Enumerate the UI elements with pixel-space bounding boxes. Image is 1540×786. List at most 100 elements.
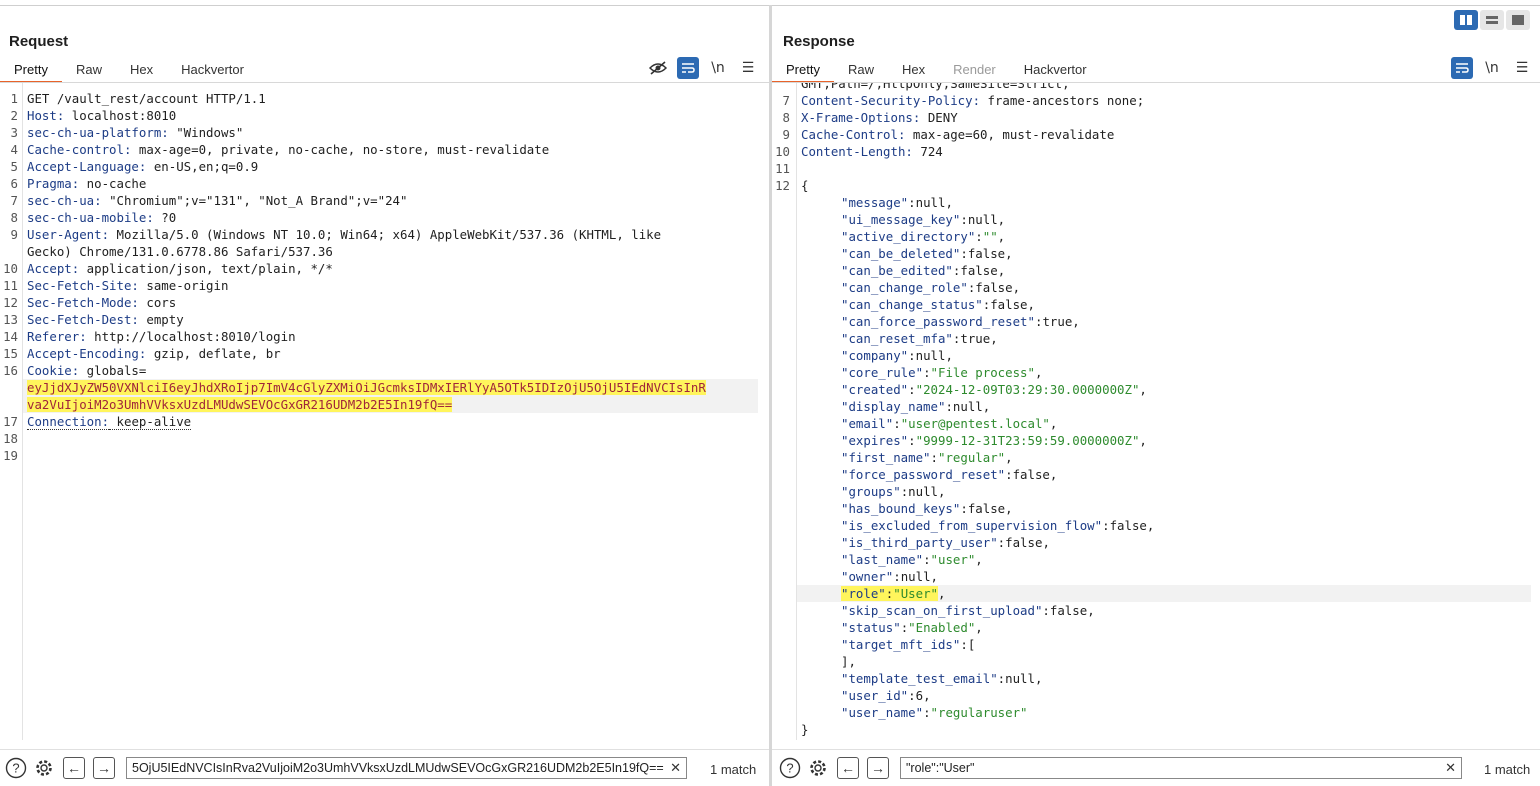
hide-eye-icon[interactable]: [647, 57, 669, 79]
json-value: "9999-12-31T23:59:59.0000000Z": [915, 433, 1140, 448]
json-value: false: [990, 297, 1028, 312]
json-comma: ,: [1012, 280, 1021, 295]
next-match-button[interactable]: →: [93, 757, 115, 779]
response-gutter: [796, 83, 797, 740]
request-toolbar: \n ☰: [647, 57, 759, 79]
settings-gear-icon[interactable]: [32, 756, 56, 780]
json-key: "target_mft_ids": [841, 637, 961, 652]
json-key: "groups": [841, 484, 901, 499]
header-name: Connection:: [27, 414, 110, 430]
clear-search-icon[interactable]: ✕: [1445, 758, 1456, 778]
json-value: "User": [893, 586, 938, 601]
highlighted-cookie-value: eyJjdXJyZW50VXNlciI6eyJhdXRoIjp7ImV4cGly…: [27, 380, 706, 395]
json-value: null: [908, 484, 938, 499]
line-content: "user_name":"regularuser": [841, 704, 1028, 721]
json-colon: :: [975, 229, 983, 244]
json-comma: ,: [997, 212, 1006, 227]
help-icon[interactable]: ?: [778, 756, 802, 780]
line-content: sec-ch-ua: "Chromium";v="131", "Not_A Br…: [27, 192, 407, 209]
json-value: true: [1042, 314, 1073, 329]
json-key: "status": [841, 620, 901, 635]
header-value: keep-alive: [109, 414, 192, 430]
request-search-input[interactable]: 5OjU5IEdNVCIsInRva2VuIjoiM2o3UmhVVksxUzd…: [126, 757, 687, 779]
request-tab-hackvertor[interactable]: Hackvertor: [167, 60, 258, 83]
response-tab-render[interactable]: Render: [939, 60, 1010, 83]
settings-gear-icon[interactable]: [806, 756, 830, 780]
line-number: 4: [10, 142, 18, 157]
json-key: "active_directory": [841, 229, 976, 244]
header-name: Sec-Fetch-Dest:: [27, 312, 139, 327]
menu-icon[interactable]: ☰: [1511, 57, 1533, 79]
json-colon: :: [923, 705, 931, 720]
response-tab-raw[interactable]: Raw: [834, 60, 888, 83]
line-content: "email":"user@pentest.local",: [841, 415, 1057, 432]
json-colon: :: [908, 195, 916, 210]
line-content: "can_force_password_reset":true,: [841, 313, 1080, 330]
next-match-button[interactable]: →: [867, 757, 889, 779]
response-tab-pretty[interactable]: Pretty: [772, 60, 834, 83]
header-value: "Chromium";v="131", "Not_A Brand";v="24": [101, 193, 408, 208]
line-content: ],: [841, 653, 856, 670]
line-content: sec-ch-ua-mobile: ?0: [27, 209, 176, 226]
header-name: sec-ch-ua-platform:: [27, 125, 169, 140]
clear-search-icon[interactable]: ✕: [670, 758, 681, 778]
response-search-input[interactable]: "role":"User" ✕: [900, 757, 1462, 779]
request-editor[interactable]: 1 GET /vault_rest/account HTTP/1.1 2 Host: …: [0, 83, 769, 740]
json-brace: {: [801, 178, 809, 193]
header-value: same-origin: [138, 278, 229, 293]
json-key: "can_reset_mfa": [841, 331, 953, 346]
previous-match-button[interactable]: ←: [63, 757, 85, 779]
newline-toggle-icon[interactable]: \n: [707, 57, 729, 79]
header-name: sec-ch-ua-mobile:: [27, 210, 154, 225]
json-value: "user": [930, 552, 976, 567]
line-content: Accept-Encoding: gzip, deflate, br: [27, 345, 281, 362]
json-key: "user_id": [841, 688, 909, 703]
header-name: Content-Security-Policy:: [801, 93, 981, 108]
request-tab-pretty[interactable]: Pretty: [0, 60, 62, 83]
json-colon: :: [997, 671, 1006, 686]
json-comma: ,: [982, 399, 991, 414]
header-value: en-US,en;q=0.9: [146, 159, 259, 174]
json-comma: ,: [1005, 501, 1013, 516]
json-colon: :: [1042, 603, 1050, 618]
line-number: 3: [10, 125, 18, 140]
response-title: Response: [783, 33, 855, 50]
json-colon: :: [908, 688, 916, 703]
line-content: X-Frame-Options: DENY: [801, 109, 958, 126]
line-number: 6: [10, 176, 18, 191]
json-comma: ,: [938, 484, 946, 499]
highlighted-role: "role":"User": [841, 586, 938, 601]
header-name: X-Frame-Options:: [801, 110, 921, 125]
header-name: Accept:: [27, 261, 80, 276]
json-value: false: [967, 501, 1006, 516]
line-number: 8: [10, 210, 18, 225]
line-content: "first_name":"regular",: [841, 449, 1013, 466]
line-content: "target_mft_ids":[: [841, 636, 975, 653]
newline-toggle-icon[interactable]: \n: [1481, 57, 1503, 79]
previous-match-button[interactable]: ←: [837, 757, 859, 779]
line-content: "company":null,: [841, 347, 953, 364]
word-wrap-icon[interactable]: [1451, 57, 1473, 79]
word-wrap-icon[interactable]: [677, 57, 699, 79]
line-content: Pragma: no-cache: [27, 175, 146, 192]
request-tab-hex[interactable]: Hex: [116, 60, 167, 83]
header-name: Sec-Fetch-Mode:: [27, 295, 139, 310]
response-tab-hex[interactable]: Hex: [888, 60, 939, 83]
line-content: User-Agent: Mozilla/5.0 (Windows NT 10.0…: [27, 226, 661, 243]
line-number: 11: [3, 278, 18, 293]
svg-text:?: ?: [12, 761, 19, 776]
request-tab-raw[interactable]: Raw: [62, 60, 116, 83]
line-content: "groups":null,: [841, 483, 945, 500]
line-content: GET /vault_rest/account HTTP/1.1: [27, 90, 266, 107]
help-icon[interactable]: ?: [4, 756, 28, 780]
response-editor[interactable]: GMT;Path=/;HttpOnly;SameSite=Strict; 7 Con…: [772, 83, 1540, 740]
json-value: null: [1005, 671, 1035, 686]
header-name: Pragma:: [27, 176, 80, 191]
line-content: Content-Security-Policy: frame-ancestors…: [801, 92, 1144, 109]
json-key: "ui_message_key": [841, 212, 961, 227]
json-colon: :: [908, 348, 916, 363]
json-colon: :: [908, 433, 916, 448]
response-tab-hackvertor[interactable]: Hackvertor: [1010, 60, 1101, 83]
menu-icon[interactable]: ☰: [737, 57, 759, 79]
header-value: frame-ancestors none;: [980, 93, 1145, 108]
